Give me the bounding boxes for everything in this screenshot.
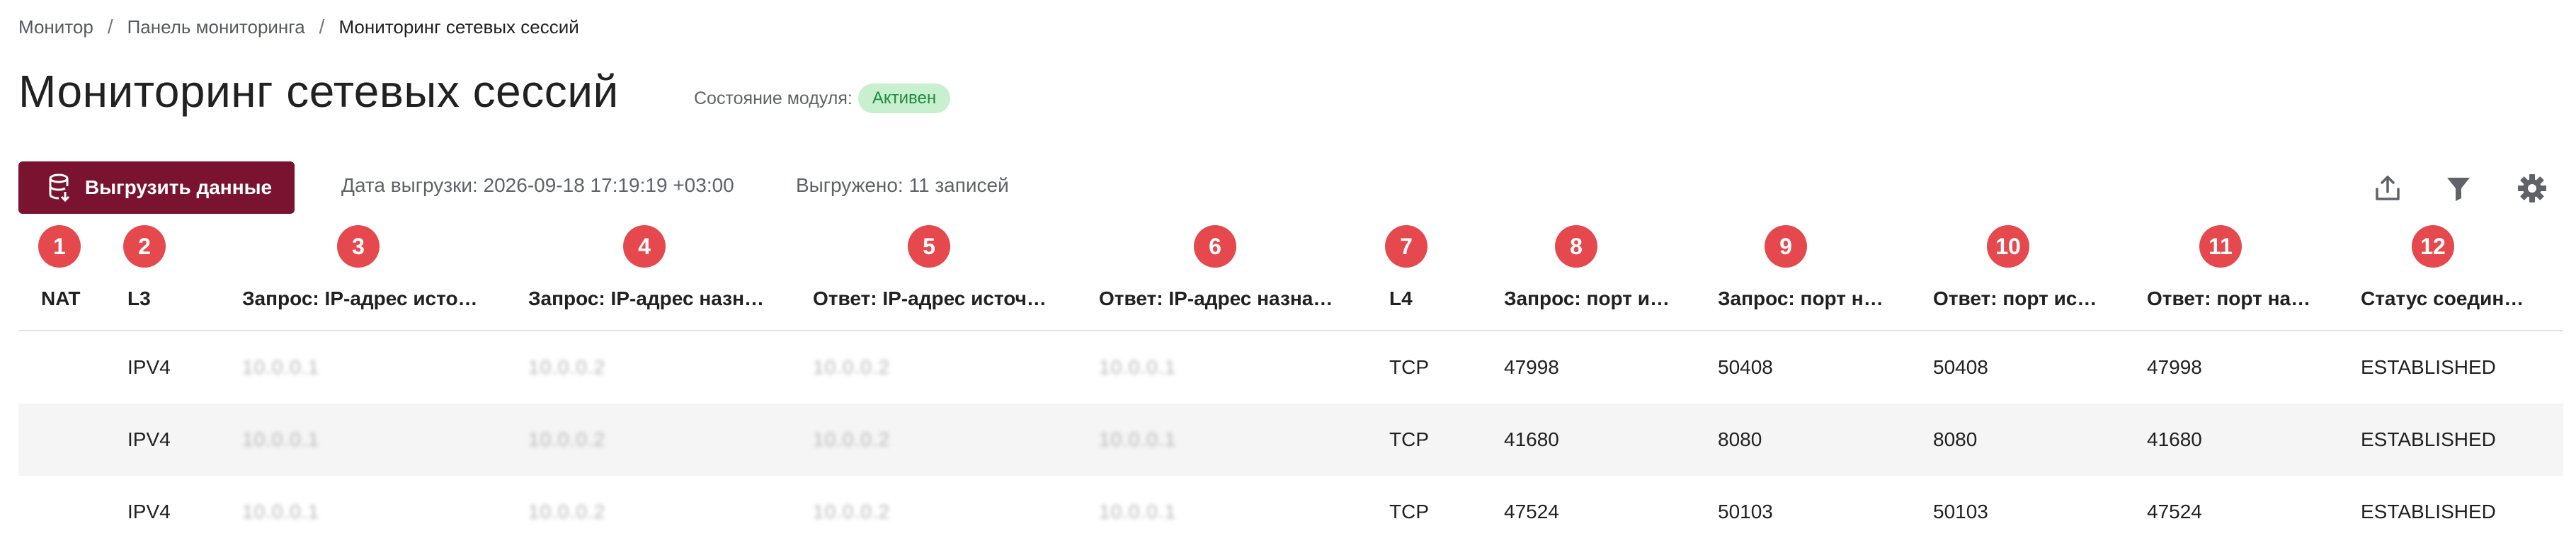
column-header-response-dst-ip[interactable]: Ответ: IP-адрес назна…	[1099, 278, 1361, 320]
column-marker: 1	[38, 225, 81, 268]
column-header-request-dst-port[interactable]: Запрос: порт н…	[1718, 278, 1916, 320]
cell-request-dst-port: 50408	[1718, 356, 1773, 378]
cell-request-dst-port: 8080	[1718, 428, 1762, 450]
column-marker: 11	[2199, 225, 2242, 268]
upload-icon[interactable]	[2369, 170, 2406, 207]
cell-l3: IPV4	[127, 501, 171, 523]
page-title: Мониторинг сетевых сессий	[18, 66, 619, 117]
cell-response-src-port: 50408	[1933, 356, 1988, 378]
export-data-label: Выгрузить данные	[84, 176, 273, 198]
column-header-response-dst-port[interactable]: Ответ: порт на…	[2147, 278, 2345, 320]
column-marker: 10	[1987, 225, 2029, 268]
cell-response-src-port: 50103	[1933, 501, 1988, 523]
column-marker: 5	[908, 225, 950, 268]
column-marker: 7	[1385, 225, 1427, 268]
column-marker: 8	[1555, 225, 1597, 268]
column-marker: 4	[623, 225, 666, 268]
status-badge: Активен	[857, 84, 951, 113]
sessions-table: 1 NAT 2 L3 3 Запрос: IP-адрес исто… 4 За…	[18, 225, 2563, 548]
column-header-l4[interactable]: L4	[1389, 278, 1481, 320]
column-marker: 12	[2412, 225, 2454, 268]
column-marker: 3	[337, 225, 380, 268]
cell-response-src-ip: 10.0.0.2	[813, 356, 891, 378]
column-header-request-dst-ip[interactable]: Запрос: IP-адрес назн…	[528, 278, 790, 320]
cell-response-dst-ip: 10.0.0.1	[1099, 501, 1177, 523]
breadcrumb: Монитор / Панель мониторинга / Мониторин…	[18, 16, 579, 38]
cell-l3: IPV4	[127, 428, 171, 450]
cell-request-src-ip: 10.0.0.1	[242, 428, 320, 450]
cell-connection-status: ESTABLISHED	[2361, 356, 2496, 378]
cell-response-dst-ip: 10.0.0.1	[1099, 428, 1177, 450]
gear-icon[interactable]	[2514, 170, 2551, 207]
breadcrumb-link-dashboard[interactable]: Панель мониторинга	[127, 16, 305, 38]
cell-l4: TCP	[1389, 356, 1429, 378]
cell-response-dst-port: 41680	[2147, 428, 2202, 450]
cell-connection-status: ESTABLISHED	[2361, 501, 2496, 523]
breadcrumb-link-monitor[interactable]: Монитор	[18, 16, 93, 38]
column-header-request-src-ip[interactable]: Запрос: IP-адрес исто…	[242, 278, 504, 320]
export-count: Выгружено: 11 записей	[796, 174, 1009, 196]
column-marker: 2	[123, 225, 166, 268]
filter-icon[interactable]	[2440, 170, 2477, 207]
cell-l4: TCP	[1389, 428, 1429, 450]
cell-response-dst-port: 47998	[2147, 356, 2202, 378]
column-marker: 9	[1765, 225, 1807, 268]
column-header-response-src-port[interactable]: Ответ: порт ис…	[1933, 278, 2131, 320]
column-header-request-src-port[interactable]: Запрос: порт и…	[1504, 278, 1702, 320]
cell-response-dst-ip: 10.0.0.1	[1099, 356, 1177, 378]
breadcrumb-current: Мониторинг сетевых сессий	[338, 16, 579, 38]
column-header-l3[interactable]: L3	[127, 278, 227, 320]
cell-connection-status: ESTABLISHED	[2361, 428, 2496, 450]
database-export-icon	[48, 173, 72, 202]
export-data-button[interactable]: Выгрузить данные	[18, 161, 295, 214]
cell-request-src-port: 47998	[1504, 356, 1559, 378]
cell-request-dst-ip: 10.0.0.2	[528, 356, 606, 378]
cell-response-src-port: 8080	[1933, 428, 1978, 450]
module-state-label: Состояние модуля:	[694, 88, 853, 108]
breadcrumb-separator: /	[107, 16, 113, 38]
table-header-row: 1 NAT 2 L3 3 Запрос: IP-адрес исто… 4 За…	[18, 225, 2563, 331]
cell-request-dst-ip: 10.0.0.2	[528, 501, 606, 523]
cell-l4: TCP	[1389, 501, 1429, 523]
page: Монитор / Панель мониторинга / Мониторин…	[0, 0, 2576, 538]
export-date: Дата выгрузки: 2026-09-18 17:19:19 +03:0…	[341, 174, 734, 196]
column-header-connection-status[interactable]: Статус соедин…	[2361, 278, 2559, 320]
cell-l3: IPV4	[127, 356, 171, 378]
cell-response-src-ip: 10.0.0.2	[813, 428, 891, 450]
cell-response-src-ip: 10.0.0.2	[813, 501, 891, 523]
column-header-response-src-ip[interactable]: Ответ: IP-адрес источ…	[813, 278, 1075, 320]
cell-request-dst-port: 50103	[1718, 501, 1773, 523]
cell-response-dst-port: 47524	[2147, 501, 2202, 523]
cell-request-dst-ip: 10.0.0.2	[528, 428, 606, 450]
column-marker: 6	[1194, 225, 1236, 268]
cell-request-src-port: 41680	[1504, 428, 1559, 450]
table-row[interactable]: IPV4 10.0.0.1 10.0.0.2 10.0.0.2 10.0.0.1…	[18, 476, 2563, 548]
table-row[interactable]: IPV4 10.0.0.1 10.0.0.2 10.0.0.2 10.0.0.1…	[18, 331, 2563, 404]
breadcrumb-separator: /	[319, 16, 325, 38]
table-row[interactable]: IPV4 10.0.0.1 10.0.0.2 10.0.0.2 10.0.0.1…	[18, 404, 2563, 476]
cell-request-src-ip: 10.0.0.1	[242, 356, 320, 378]
module-state: Состояние модуля: Активен	[694, 84, 951, 113]
column-header-nat[interactable]: NAT	[41, 278, 98, 320]
cell-request-src-port: 47524	[1504, 501, 1559, 523]
cell-request-src-ip: 10.0.0.1	[242, 501, 320, 523]
